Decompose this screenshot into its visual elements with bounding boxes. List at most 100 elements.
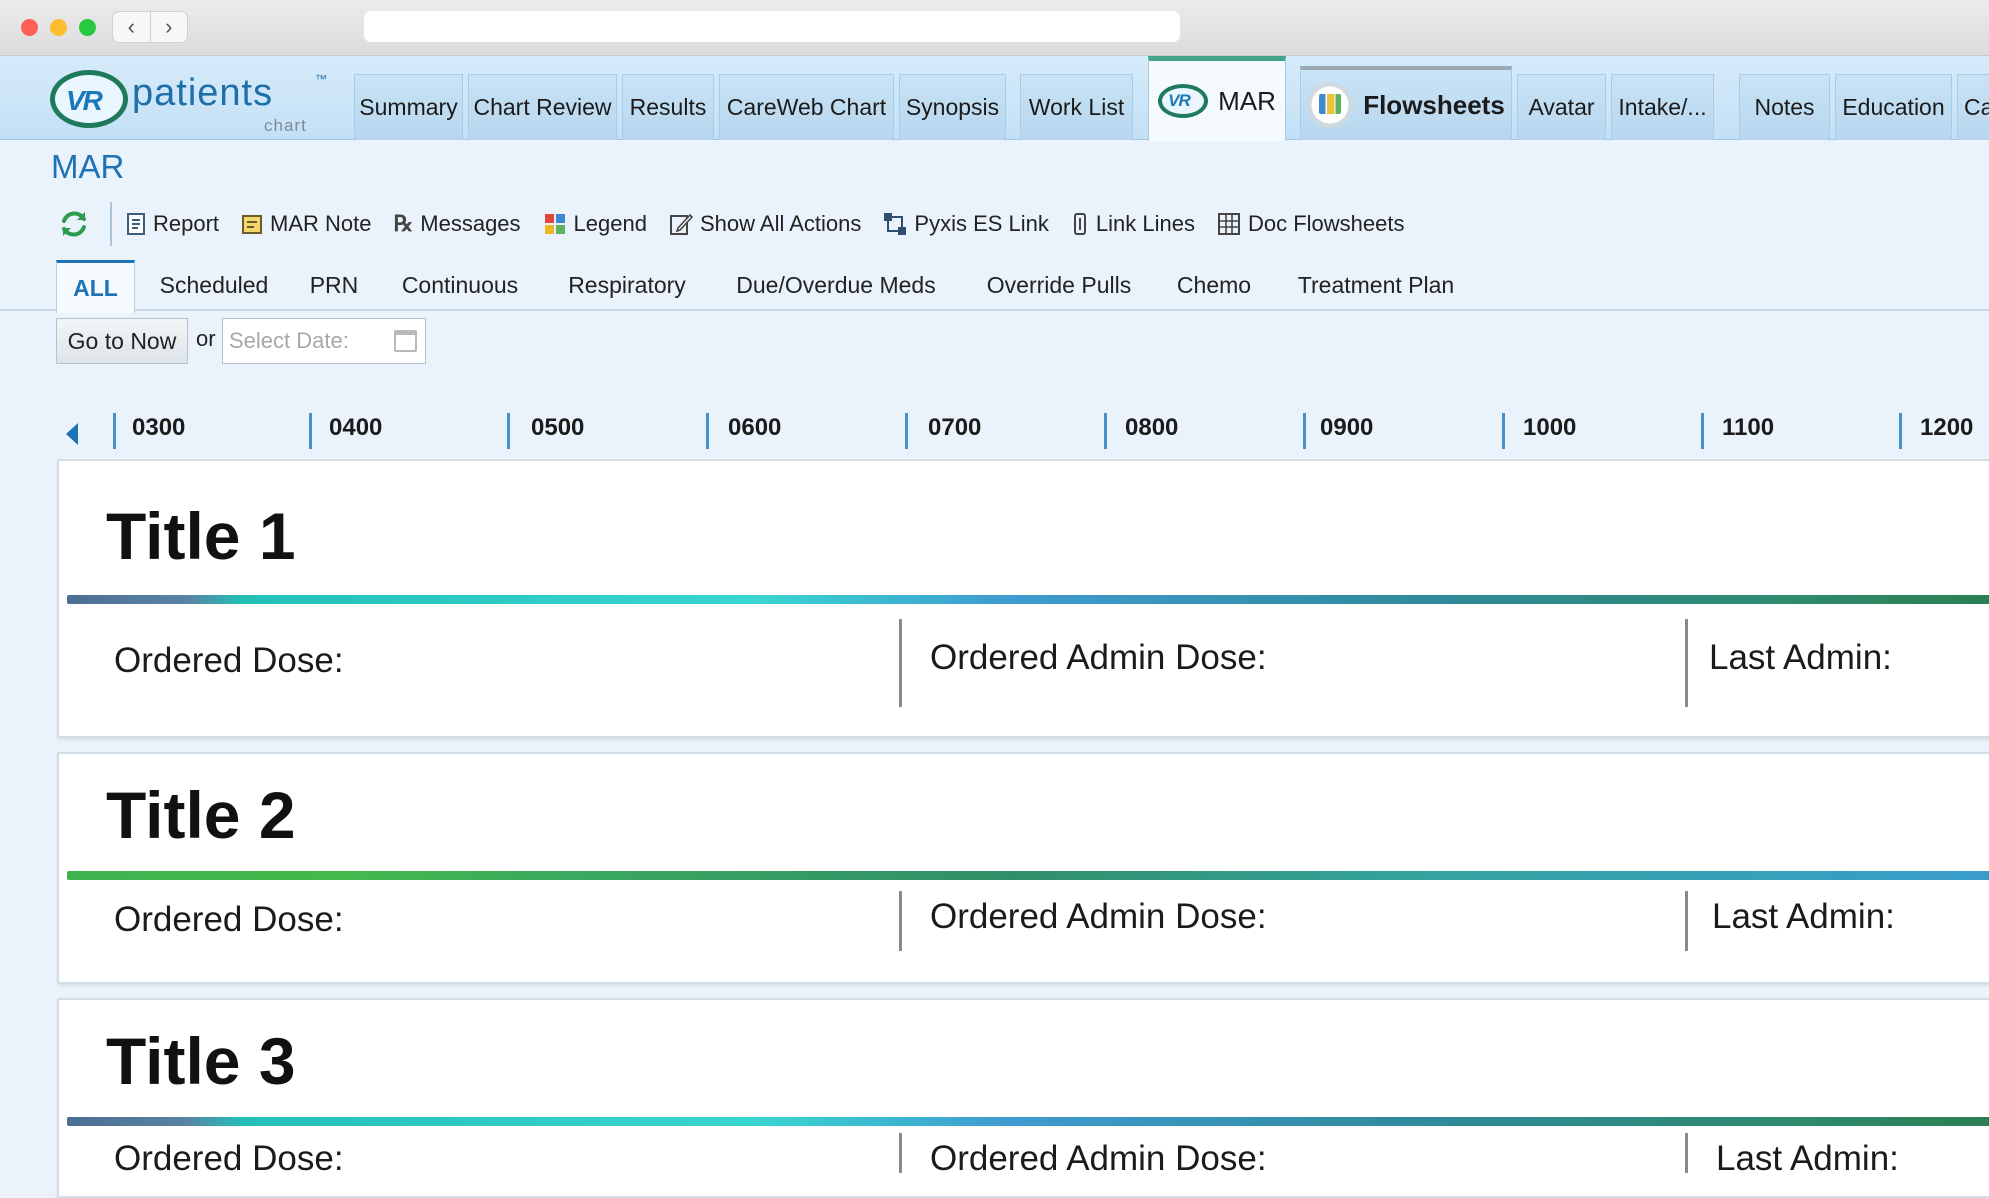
scroll-left-arrow-icon[interactable] (66, 423, 78, 445)
column-divider (1685, 1133, 1688, 1173)
medication-card[interactable]: Title 1 Ordered Dose: Ordered Admin Dose… (57, 459, 1989, 738)
time-label: 0900 (1320, 414, 1374, 441)
last-admin-label: Last Admin: (1709, 638, 1892, 677)
show-all-actions-button[interactable]: Show All Actions (669, 211, 861, 237)
zoom-window-button[interactable] (79, 19, 96, 36)
time-tick (1701, 413, 1704, 449)
time-label: 0400 (329, 414, 383, 441)
filter-tabs: ALL Scheduled PRN Continuous Respiratory… (0, 260, 1989, 313)
time-tick (1303, 413, 1306, 449)
grid-icon (1217, 213, 1240, 235)
time-label: 0300 (132, 414, 186, 441)
messages-button[interactable]: ℞ Messages (394, 211, 521, 237)
close-window-button[interactable] (21, 19, 38, 36)
tab-education[interactable]: Education (1835, 74, 1952, 140)
toolbar-divider (110, 202, 112, 246)
filter-tab-all[interactable]: ALL (56, 260, 135, 313)
vrpatients-logo: VR patients ™ chart (50, 70, 340, 135)
time-tick (1502, 413, 1505, 449)
minimize-window-button[interactable] (50, 19, 67, 36)
card-title: Title 1 (106, 499, 296, 573)
link-lines-button[interactable]: Link Lines (1071, 211, 1195, 237)
calendar-icon[interactable] (394, 330, 417, 352)
time-axis: 0300 0400 0500 0600 0700 0800 0900 1000 … (0, 405, 1989, 455)
back-button[interactable]: ‹ (113, 12, 150, 42)
app-tab-bar: VR patients ™ chart Summary Chart Review… (0, 56, 1989, 141)
filter-tab-prn[interactable]: PRN (298, 260, 370, 311)
refresh-icon (62, 211, 86, 237)
ordered-dose-label: Ordered Dose: (114, 900, 344, 939)
filter-tab-treatment-plan[interactable]: Treatment Plan (1284, 260, 1468, 311)
time-label: 0800 (1125, 414, 1179, 441)
report-icon (127, 213, 145, 235)
note-icon (242, 215, 263, 234)
page-title: MAR (51, 148, 125, 185)
refresh-button[interactable] (56, 206, 92, 242)
history-nav: ‹ › (112, 11, 188, 43)
mar-note-button[interactable]: MAR Note (241, 211, 372, 237)
chevron-right-icon: › (165, 14, 173, 39)
medication-card[interactable]: Title 2 Ordered Dose: Ordered Admin Dose… (57, 752, 1989, 984)
pyxis-es-link-button[interactable]: Pyxis ES Link (883, 211, 1049, 237)
card-title: Title 2 (106, 778, 296, 852)
chevron-left-icon: ‹ (127, 14, 135, 39)
vr-logo-icon: VR (50, 70, 128, 128)
card-accent-bar (67, 1117, 1989, 1126)
mar-toolbar: Report MAR Note ℞ Messages Legend Show A… (56, 202, 1427, 246)
ordered-dose-label: Ordered Dose: (114, 1139, 344, 1178)
ordered-admin-dose-label: Ordered Admin Dose: (930, 897, 1267, 936)
address-bar[interactable] (364, 11, 1180, 42)
rx-icon: ℞ (393, 211, 414, 236)
link-nodes-icon (884, 213, 907, 235)
time-label: 1200 (1920, 414, 1974, 441)
card-title: Title 3 (106, 1024, 296, 1098)
link-lines-icon (1073, 213, 1086, 235)
tab-summary[interactable]: Summary (354, 74, 463, 140)
flowsheets-icon (1307, 82, 1354, 128)
tab-chart-review[interactable]: Chart Review (468, 74, 617, 140)
tab-ca[interactable]: Ca (1957, 74, 1989, 140)
filter-tab-due-overdue-meds[interactable]: Due/Overdue Meds (726, 260, 946, 311)
filter-tab-scheduled[interactable]: Scheduled (150, 260, 278, 311)
filter-tab-chemo[interactable]: Chemo (1166, 260, 1262, 311)
time-label: 0600 (728, 414, 782, 441)
tab-results[interactable]: Results (622, 74, 714, 140)
vr-logo-icon: VR (1158, 84, 1209, 118)
time-tick (309, 413, 312, 449)
column-divider (899, 891, 902, 951)
select-date-input[interactable] (229, 325, 379, 357)
medication-card[interactable]: Title 3 Ordered Dose: Ordered Admin Dose… (57, 998, 1989, 1198)
column-divider (1685, 891, 1688, 951)
filter-tab-continuous[interactable]: Continuous (392, 260, 528, 311)
legend-button[interactable]: Legend (543, 211, 647, 237)
time-tick (113, 413, 116, 449)
ordered-dose-label: Ordered Dose: (114, 641, 344, 680)
time-label: 1100 (1722, 414, 1775, 441)
card-accent-bar (67, 595, 1989, 604)
tab-avatar[interactable]: Avatar (1517, 74, 1606, 140)
go-to-now-button[interactable]: Go to Now (56, 318, 188, 364)
report-button[interactable]: Report (126, 211, 219, 237)
time-label: 0500 (531, 414, 585, 441)
tab-intake[interactable]: Intake/... (1611, 74, 1714, 140)
last-admin-label: Last Admin: (1712, 897, 1895, 936)
column-divider (899, 1133, 902, 1173)
column-divider (899, 619, 902, 707)
tab-synopsis[interactable]: Synopsis (899, 74, 1006, 140)
tab-notes[interactable]: Notes (1739, 74, 1830, 140)
tab-flowsheets[interactable]: Flowsheets (1300, 66, 1512, 140)
tab-work-list[interactable]: Work List (1020, 74, 1133, 140)
time-tick (1899, 413, 1902, 449)
tab-careweb-chart[interactable]: CareWeb Chart (719, 74, 894, 140)
last-admin-label: Last Admin: (1716, 1139, 1899, 1178)
time-label: 0700 (928, 414, 982, 441)
pencil-icon (669, 213, 693, 235)
forward-button[interactable]: › (149, 12, 188, 42)
time-label: 1000 (1523, 414, 1577, 441)
card-accent-bar (67, 871, 1989, 880)
tab-mar[interactable]: VR MAR (1148, 56, 1286, 141)
ordered-admin-dose-label: Ordered Admin Dose: (930, 638, 1267, 677)
doc-flowsheets-button[interactable]: Doc Flowsheets (1217, 211, 1405, 237)
filter-tab-respiratory[interactable]: Respiratory (558, 260, 696, 311)
filter-tab-override-pulls[interactable]: Override Pulls (976, 260, 1142, 311)
